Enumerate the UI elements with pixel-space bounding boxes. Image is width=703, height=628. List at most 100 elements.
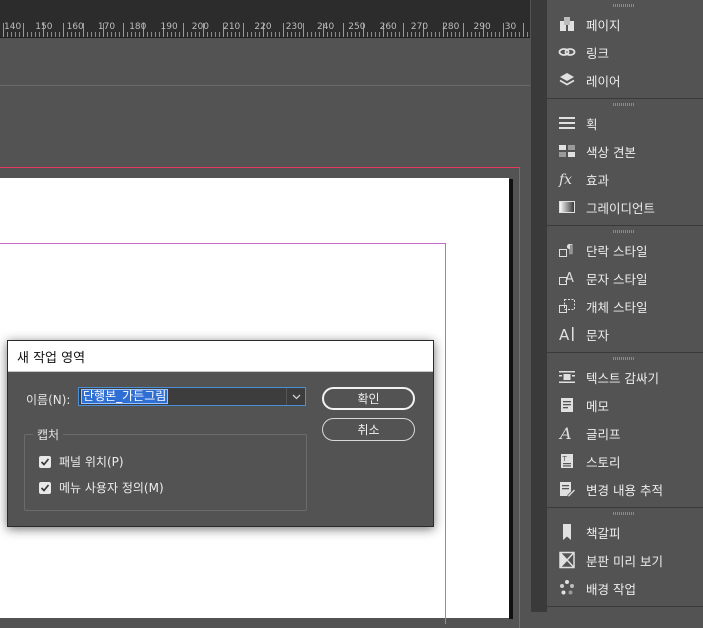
new-workspace-dialog: 새 작업 영역 이름(N): 단행본_가든그림 캡처 패널 위치(P) 메뉴 사… [7,340,434,527]
menu-custom-label: 메뉴 사용자 정의(M) [59,481,164,495]
panel-item-effects[interactable]: fx 효과 [547,165,703,193]
svg-text:fx: fx [558,172,572,188]
ruler-label: 210 [223,22,241,32]
ruler-label: 200 [191,22,209,32]
panel-item-glyphs[interactable]: A 글리프 [547,419,703,447]
panel-item-character-styles[interactable]: A 문자 스타일 [547,264,703,292]
panel-item-label: 메모 [586,398,610,414]
panel-group-grip[interactable] [547,353,703,363]
horizontal-ruler[interactable]: 140 150 160 170 180 190 200 210 220 230 240 250 260 2… [0,0,530,38]
panel-group: ¶ 단락 스타일 A 문자 스타일개체 스타일 A 문자 [547,236,703,353]
panel-item-label: 링크 [586,45,610,61]
svg-text:A: A [559,326,570,343]
panel-item-label: 글리프 [586,426,621,442]
panel-group: 획색상 견본 fx 효과그레이디언트 [547,109,703,226]
ruler-label: 280 [442,22,460,32]
checkmark-icon [40,457,50,466]
ruler-label: 270 [410,22,429,32]
ok-button[interactable]: 확인 [322,387,415,410]
glyphs-icon: A [557,423,577,443]
panel-group-grip[interactable] [547,99,703,109]
ruler-label: 290 [473,22,491,32]
dialog-title: 새 작업 영역 [8,341,433,372]
gradient-icon [557,197,577,217]
panel-item-bookmarks[interactable]: 책갈피 [547,518,703,546]
track-changes-icon [557,479,577,499]
svg-text:¶: ¶ [566,242,574,256]
swatches-icon [557,141,577,161]
panel-item-swatches[interactable]: 색상 견본 [547,137,703,165]
name-combobox[interactable]: 단행본_가든그림 [78,387,306,406]
panel-item-label: 텍스트 감싸기 [586,370,659,386]
object-styles-icon [557,296,577,316]
character-icon: A [557,324,577,344]
panel-item-label: 획 [586,116,598,132]
page-shadow [509,179,513,619]
paragraph-styles-icon: ¶ [557,240,577,260]
ruler-label: 190 [160,22,178,32]
chevron-down-icon [292,394,300,399]
ruler-label: 260 [379,22,397,32]
panel-group-grip[interactable] [547,508,703,518]
capture-group-label: 캡처 [33,426,64,443]
panel-group: 페이지링크레이어 [547,10,703,99]
ruler-label: 140 [4,22,22,32]
separations-preview-icon [557,550,577,570]
ruler-label: 150 [35,22,53,32]
cancel-button[interactable]: 취소 [322,418,415,441]
panel-item-label: 책갈피 [586,525,621,541]
panel-group-grip[interactable] [547,226,703,236]
panel-item-paragraph-styles[interactable]: ¶ 단락 스타일 [547,236,703,264]
svg-text:A: A [558,424,572,442]
panel-item-label: 색상 견본 [586,144,636,160]
bookmarks-icon [557,522,577,542]
layers-icon [557,70,577,90]
panel-item-notes[interactable]: 메모 [547,391,703,419]
panel-item-label: 스토리 [586,454,621,470]
panel-item-links[interactable]: 링크 [547,38,703,66]
panel-item-object-styles[interactable]: 개체 스타일 [547,292,703,320]
capture-group [24,434,307,511]
background-tasks-icon [557,578,577,598]
svg-text:T: T [562,455,568,463]
panel-item-label: 단락 스타일 [586,243,648,259]
story-icon: T [557,451,577,471]
text-wrap-icon [557,367,577,387]
ruler-label: 170 [97,22,116,32]
panel-group-grip[interactable] [547,0,703,10]
panel-item-stroke[interactable]: 획 [547,109,703,137]
effects-icon: fx [557,169,577,189]
menu-custom-option[interactable]: 메뉴 사용자 정의(M) [39,479,164,496]
name-selected-text: 단행본_가든그림 [81,389,169,404]
panel-item-label: 문자 스타일 [586,271,648,287]
panel-item-character[interactable]: A 문자 [547,320,703,348]
panel-position-checkbox[interactable] [39,455,51,468]
panel-dock-gutter [531,0,546,612]
ruler-label: 230 [285,22,303,32]
panel-item-layers[interactable]: 레이어 [547,66,703,94]
ruler-label: 30 [504,22,517,32]
ruler-label: 180 [129,22,147,32]
panel-position-label: 패널 위치(P) [59,455,124,469]
panel-item-gradient[interactable]: 그레이디언트 [547,193,703,221]
menu-custom-checkbox[interactable] [39,481,51,494]
links-icon [557,42,577,62]
name-dropdown-button[interactable] [286,388,305,405]
panel-item-pages[interactable]: 페이지 [547,10,703,38]
panel-dock: 페이지링크레이어획색상 견본 fx 효과그레이디언트 ¶ 단락 스타일 A 문자 스타일개체… [546,0,703,612]
panel-position-option[interactable]: 패널 위치(P) [39,453,124,470]
notes-icon [557,395,577,415]
panel-item-text-wrap[interactable]: 텍스트 감싸기 [547,363,703,391]
panel-item-track-changes[interactable]: 변경 내용 추적 [547,475,703,503]
ruler-label: 250 [348,22,366,32]
panel-item-background-tasks[interactable]: 배경 작업 [547,574,703,602]
panel-item-label: 레이어 [586,73,621,89]
panel-item-separations-preview[interactable]: 분판 미리 보기 [547,546,703,574]
name-label: 이름(N): [26,393,71,407]
panel-item-label: 효과 [586,172,610,188]
character-styles-icon: A [557,268,577,288]
panel-item-story[interactable]: T 스토리 [547,447,703,475]
ruler-label: 160 [66,22,84,32]
ruler-label: 240 [317,22,335,32]
panel-item-label: 그레이디언트 [586,200,656,216]
